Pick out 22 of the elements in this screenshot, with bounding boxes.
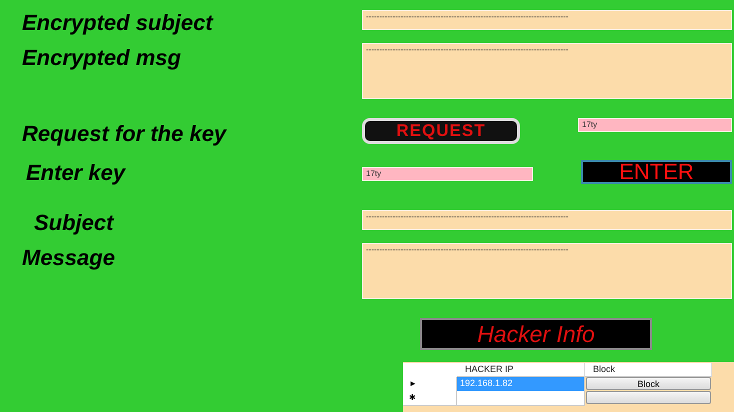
field-label: Encrypted subject xyxy=(21,10,214,36)
row-header[interactable]: ► xyxy=(403,377,457,392)
row-header[interactable]: ✱ xyxy=(403,391,457,406)
key-field[interactable]: 17ty xyxy=(362,167,533,181)
text-area[interactable]: ---------------------------------------------------------------------------- xyxy=(362,243,732,299)
key-field[interactable]: 17ty xyxy=(578,118,732,132)
text-field[interactable]: ---------------------------------------------------------------------------- xyxy=(362,10,732,30)
enter-button[interactable]: ENTER xyxy=(581,160,732,184)
block-button[interactable]: Block xyxy=(586,377,711,390)
field-label: Request for the key xyxy=(21,121,228,147)
field-label: Message xyxy=(21,245,116,271)
field-label: Enter key xyxy=(25,160,127,186)
column-header[interactable]: Block xyxy=(585,363,712,377)
hacker-info-button[interactable]: Hacker Info xyxy=(420,318,652,350)
text-field[interactable]: ---------------------------------------------------------------------------- xyxy=(362,210,732,230)
column-header[interactable]: HACKER IP xyxy=(457,363,585,377)
text-area[interactable]: ---------------------------------------------------------------------------- xyxy=(362,43,732,99)
request-button[interactable]: REQUEST xyxy=(362,118,520,144)
ip-cell[interactable] xyxy=(457,391,585,406)
field-label: Subject xyxy=(33,210,116,236)
field-label: Encrypted msg xyxy=(21,45,182,71)
block-button[interactable] xyxy=(586,391,711,404)
